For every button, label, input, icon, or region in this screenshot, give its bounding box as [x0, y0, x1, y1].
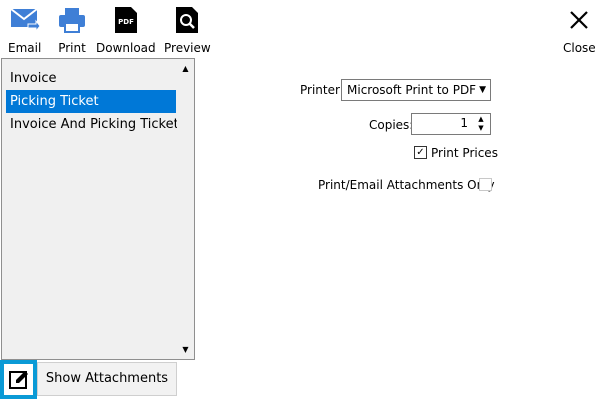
list-item-invoice[interactable]: Invoice — [6, 67, 176, 90]
edit-button[interactable] — [0, 360, 37, 399]
print-prices-checkbox[interactable]: ✓ — [414, 146, 427, 159]
chevron-down-icon: ▼ — [479, 85, 486, 95]
decrement-arrow-icon[interactable]: ▼ — [475, 124, 487, 133]
list-item-picking-ticket[interactable]: Picking Ticket — [6, 90, 176, 113]
list-item-invoice-and-picking-ticket[interactable]: Invoice And Picking Ticket — [6, 113, 179, 136]
email-label: Email — [8, 41, 42, 55]
email-button[interactable]: Email — [8, 4, 41, 58]
print-prices-label: Print Prices — [431, 146, 498, 160]
increment-arrow-icon[interactable]: ▲ — [475, 115, 487, 124]
preview-button[interactable]: Preview — [164, 4, 211, 58]
preview-label: Preview — [164, 41, 211, 55]
svg-text:PDF: PDF — [118, 18, 134, 26]
download-button[interactable]: PDF Download — [96, 4, 156, 58]
print-label: Print — [58, 41, 86, 55]
close-icon — [563, 4, 595, 36]
attachments-only-label: Print/Email Attachments Only — [318, 178, 495, 192]
printer-select[interactable]: Microsoft Print to PDF ▼ — [341, 79, 491, 101]
attachments-only-checkbox[interactable] — [479, 178, 492, 191]
scroll-down-arrow-icon[interactable]: ▼ — [177, 341, 194, 358]
printer-value: Microsoft Print to PDF — [347, 83, 477, 97]
close-button[interactable]: Close — [563, 4, 596, 58]
list-scrollbar[interactable]: ▲ ▼ — [177, 59, 194, 359]
copies-stepper[interactable]: 1 ▲ ▼ — [411, 113, 491, 135]
preview-search-icon — [171, 4, 203, 36]
document-list[interactable]: Invoice Picking Ticket Invoice And Picki… — [1, 58, 195, 360]
copies-label: Copies: — [369, 118, 414, 132]
copies-value: 1 — [460, 116, 468, 130]
show-attachments-button[interactable]: Show Attachments — [37, 362, 177, 396]
scroll-up-arrow-icon[interactable]: ▲ — [177, 60, 194, 77]
email-send-icon — [9, 4, 41, 36]
printer-icon — [56, 4, 88, 36]
edit-pencil-icon — [8, 370, 28, 389]
download-label: Download — [96, 41, 156, 55]
printer-label: Printer: — [300, 83, 344, 97]
close-label: Close — [563, 41, 596, 55]
print-button[interactable]: Print — [56, 4, 88, 58]
pdf-download-icon: PDF — [110, 4, 142, 36]
